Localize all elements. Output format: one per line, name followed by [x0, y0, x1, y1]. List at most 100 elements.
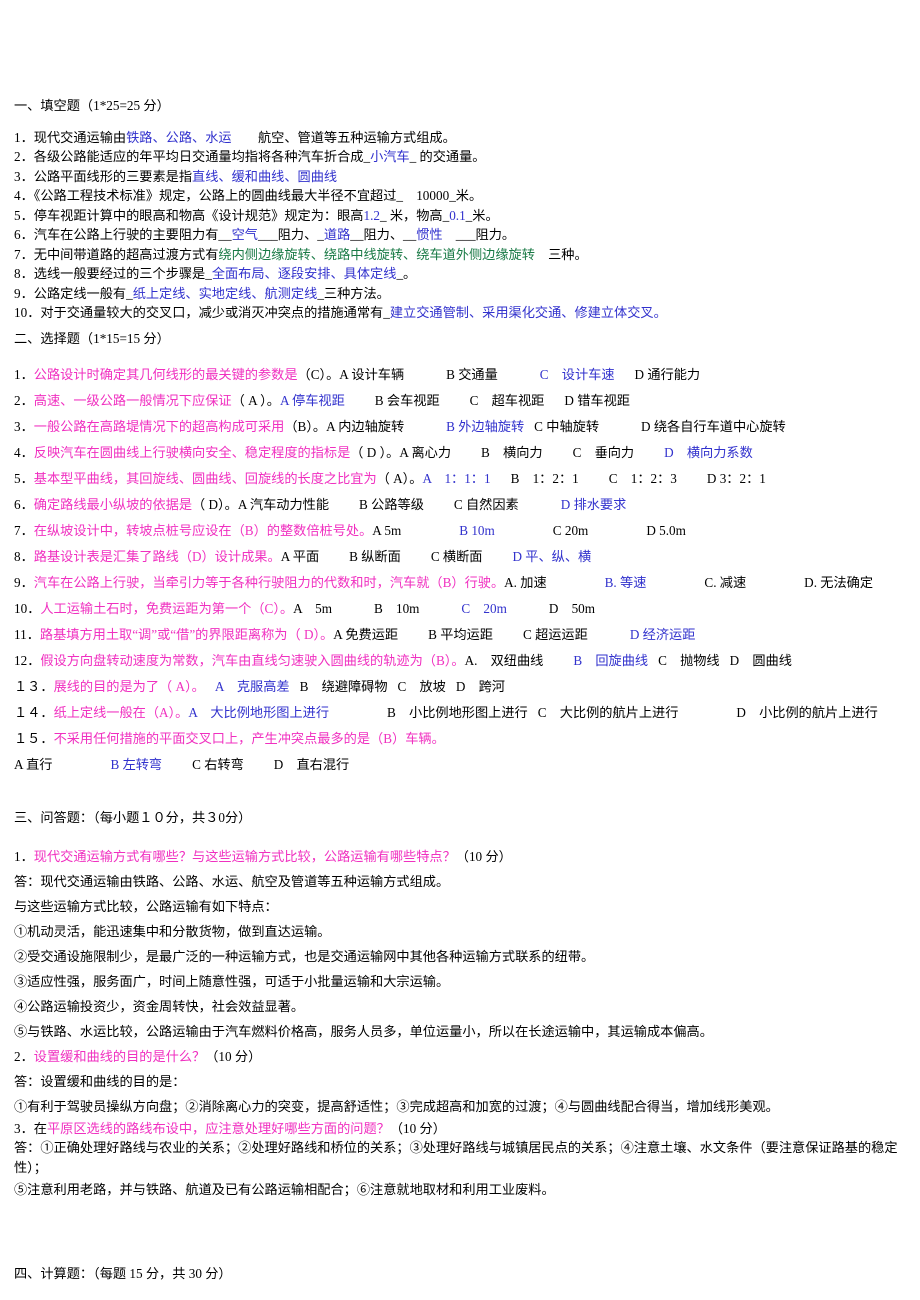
option-b[interactable]: B 公路等级 [359, 497, 424, 512]
option-b[interactable]: B 小比例地形图上进行 [387, 705, 528, 720]
option-text: 直右混行 [296, 757, 350, 773]
option-c[interactable]: C 大比例的航片上进行 [538, 705, 679, 720]
option-label: D [629, 627, 640, 643]
option-text: 平均运距 [440, 627, 493, 643]
option-b[interactable]: B 绕避障碍物 [300, 679, 388, 694]
fill-item-pre: 无中间带道路的超高过渡方式有 [33, 246, 219, 262]
fill-item-4: 4．《公路工程技术标准》规定，公路上的圆曲线最大半径不宜超过_ 10000_米。 [14, 186, 910, 206]
fill-item-2: 2．各级公路能适应的年平均日交通量均指将各种汽车折合成_小汽车_ 的交通量。 [14, 147, 910, 167]
option-d[interactable]: D 错车视距 [564, 393, 630, 408]
option-c[interactable]: C 20m [461, 601, 506, 616]
option-a[interactable]: A 离心力 [399, 445, 451, 460]
option-label: C [608, 471, 618, 487]
option-d[interactable]: D 圆曲线 [730, 653, 792, 668]
option-a[interactable]: A. 加速 [504, 575, 547, 590]
option-b[interactable]: B 会车视距 [375, 393, 440, 408]
option-a[interactable]: A 设计车辆 [339, 367, 404, 382]
option-d[interactable]: D 50m [549, 601, 595, 616]
option-text: 免费运距 [345, 627, 399, 643]
choice-number: １５． [14, 731, 54, 747]
choice-question: 汽车在公路上行驶，当牵引力等于各种行驶阻力的代数和时，汽车就（B）行驶。 [33, 575, 505, 591]
option-b[interactable]: B 1：2：1 [511, 471, 579, 486]
option-d[interactable]: D 5.0m [646, 523, 686, 538]
choice-bracket: （B）。 [284, 419, 327, 435]
fill-item-answer-2: 道路 [323, 227, 351, 243]
option-label: A [214, 679, 224, 695]
fill-item-pre: 停车视距计算中的眼高和物高《设计规范》规定为：眼高 [33, 207, 364, 223]
fill-item-9: 9．公路定线一般有_纸上定线、实地定线、航测定线_三种方法。 [14, 284, 910, 304]
option-d[interactable]: D 排水要求 [561, 497, 627, 512]
option-a[interactable]: A 免费运距 [333, 627, 398, 642]
option-d[interactable]: D 3：2：1 [707, 471, 766, 486]
option-text: 纵断面 [361, 549, 401, 565]
option-a[interactable]: A 1：1：1 [422, 471, 490, 486]
option-c[interactable]: C 自然因素 [454, 497, 519, 512]
option-a[interactable]: A 5m [293, 601, 332, 616]
option-c[interactable]: C 超运运距 [523, 627, 588, 642]
option-b[interactable]: B 左转弯 [110, 757, 162, 772]
fill-item-answer: 绕内侧边缘旋转、绕路中线旋转、绕车道外侧边缘旋转 [218, 246, 535, 262]
choice-item-3: 3．一般公路在高路堤情况下的超高构成可采用（B）。A 内边轴旋转 B 外边轴旋转 C… [14, 414, 910, 440]
short-answer-item-1-line-2: 与这些运输方式比较，公路运输有如下特点： [14, 898, 278, 914]
option-b[interactable]: B 横向力 [481, 445, 543, 460]
option-c[interactable]: C 横断面 [431, 549, 483, 564]
option-d[interactable]: D 通行能力 [635, 367, 701, 382]
option-text: 50m [571, 601, 596, 617]
choice-number: 9． [14, 575, 34, 591]
option-b[interactable]: B 回旋曲线 [573, 653, 648, 668]
option-c[interactable]: C 垂向力 [573, 445, 635, 460]
option-label: C [461, 601, 471, 617]
option-b[interactable]: B 交通量 [446, 367, 498, 382]
option-a[interactable]: A 汽车动力性能 [238, 497, 329, 512]
option-c[interactable]: C 20m [553, 523, 589, 538]
option-text: 停车视距 [292, 393, 345, 409]
option-b[interactable]: B 外边轴旋转 [446, 419, 524, 434]
option-a[interactable]: A 直行 [14, 757, 52, 772]
fill-item-number: 3． [14, 168, 34, 184]
option-label: C [534, 419, 543, 435]
option-b[interactable]: B 10m [374, 601, 419, 616]
option-d[interactable]: D 横向力系数 [664, 445, 753, 460]
option-text: 左转弯 [122, 757, 163, 773]
option-c[interactable]: C 抛物线 [658, 653, 720, 668]
option-b[interactable]: B 平均运距 [428, 627, 493, 642]
option-label: B [359, 497, 368, 513]
option-label: B [373, 601, 383, 617]
option-d[interactable]: D 跨河 [456, 679, 505, 694]
fill-item-answer: 纸上定线、实地定线、航测定线 [132, 285, 318, 301]
fill-item-number: 10． [14, 305, 41, 321]
choice-bracket: （C）。 [297, 367, 340, 383]
option-d[interactable]: D 经济运距 [630, 627, 696, 642]
option-d[interactable]: D. 无法确定 [804, 575, 873, 590]
option-d[interactable]: D 平、纵、横 [512, 549, 591, 564]
option-d[interactable]: D 绕各自行车道中心旋转 [641, 419, 786, 434]
option-text: 内边轴旋转 [338, 419, 405, 435]
option-a[interactable]: A 克服高差 [215, 679, 290, 694]
option-text: 10m [395, 601, 420, 617]
option-c[interactable]: C 右转弯 [192, 757, 244, 772]
option-d[interactable]: D 小比例的航片上进行 [736, 705, 877, 720]
fill-item-answer: 全面布局、逐段安排、具体定线 [211, 266, 397, 282]
question-number: 3． [14, 1120, 34, 1136]
option-b[interactable]: B. 等速 [605, 575, 647, 590]
option-b[interactable]: B 纵断面 [349, 549, 401, 564]
option-c[interactable]: C 1：2：3 [609, 471, 677, 486]
option-a[interactable]: A 停车视距 [280, 393, 345, 408]
option-d[interactable]: D 直右混行 [274, 757, 349, 772]
option-c[interactable]: C 放坡 [398, 679, 446, 694]
option-c[interactable]: C. 减速 [704, 575, 746, 590]
option-b[interactable]: B 10m [459, 523, 495, 538]
option-text: 超车视距 [491, 393, 545, 409]
choice-question: 路基设计表是汇集了路线（D）设计成果。 [33, 549, 281, 565]
option-a[interactable]: A 内边轴旋转 [326, 419, 404, 434]
option-c[interactable]: C 超车视距 [470, 393, 545, 408]
option-a[interactable]: A 平面 [281, 549, 319, 564]
option-a[interactable]: A. 双纽曲线 [465, 653, 544, 668]
option-c[interactable]: C 中轴旋转 [534, 419, 599, 434]
option-a[interactable]: A 大比例地形图上进行 [188, 705, 329, 720]
option-text: 设计车速 [561, 367, 615, 383]
choice-number: 11． [14, 627, 40, 643]
choice-item-14: １４．纸上定线一般在（A）。A 大比例地形图上进行 B 小比例地形图上进行 C 大比… [14, 700, 910, 726]
option-a[interactable]: A 5m [372, 523, 401, 538]
option-c[interactable]: C 设计车速 [540, 367, 615, 382]
